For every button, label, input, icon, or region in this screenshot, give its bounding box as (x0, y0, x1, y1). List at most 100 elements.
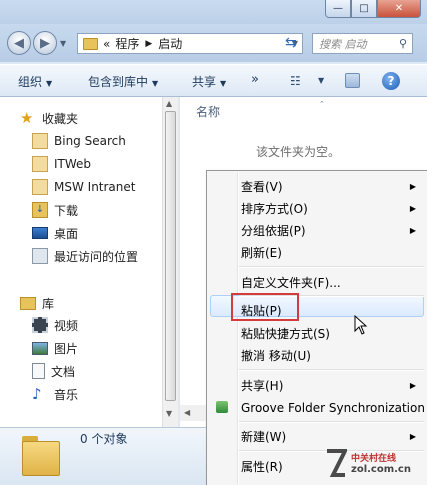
scroll-left-icon[interactable]: ◀ (184, 408, 190, 417)
menu-item-group-by[interactable]: 分组依据(P) ▶ (241, 220, 426, 241)
menu-label: Groove Folder Synchronization (241, 400, 425, 415)
shortcut-icon (32, 133, 48, 149)
recent-places-icon (32, 248, 48, 264)
breadcrumb-item[interactable]: 启动 (158, 35, 182, 52)
minimize-button[interactable]: — (325, 0, 351, 18)
nav-label: MSW Intranet (54, 180, 136, 194)
recent-pages-chevron-icon[interactable]: ▼ (60, 39, 66, 48)
large-folder-icon (22, 432, 62, 476)
folder-icon (83, 37, 98, 50)
breadcrumb-prefix[interactable]: « (103, 37, 110, 51)
menu-item-refresh[interactable]: 刷新(E) (241, 242, 426, 263)
menu-item-customize-folder[interactable]: 自定义文件夹(F)... (241, 272, 426, 293)
search-placeholder: 搜索 启动 (319, 37, 367, 51)
share-menu[interactable]: 共享 ▼ (192, 73, 226, 90)
caret-down-icon: ▼ (220, 79, 227, 88)
document-icon (32, 363, 45, 379)
menu-item-sort-by[interactable]: 排序方式(O) ▶ (241, 198, 426, 219)
mouse-cursor-icon (354, 315, 368, 335)
breadcrumb-separator-icon[interactable]: ▶ (145, 39, 152, 49)
scroll-up-icon[interactable]: ▲ (166, 99, 172, 108)
menu-label: 属性(R) (241, 460, 283, 474)
menu-label: 分组依据(P) (241, 224, 306, 238)
shortcut-icon (32, 179, 48, 195)
back-arrow-icon: ◀ (14, 35, 24, 51)
menu-item-paste-shortcut[interactable]: 粘贴快捷方式(S) (241, 323, 426, 344)
groove-icon (216, 401, 228, 413)
menu-label: 撤消 移动(U) (241, 349, 311, 363)
submenu-arrow-icon: ▶ (409, 381, 416, 390)
shortcut-icon (32, 156, 48, 172)
context-menu: 查看(V) ▶ 排序方式(O) ▶ 分组依据(P) ▶ 刷新(E) 自定义文件夹(F)… (206, 170, 427, 485)
column-header-name[interactable]: 名称 (196, 103, 220, 120)
picture-icon (32, 341, 48, 355)
menu-item-undo-move[interactable]: 撤消 移动(U) (241, 345, 426, 366)
help-icon[interactable]: ? (382, 72, 400, 90)
menu-separator (239, 421, 424, 423)
nav-label: 文档 (51, 364, 76, 379)
sort-caret-icon: ⌃ (319, 100, 325, 108)
menu-separator (239, 266, 424, 268)
back-button[interactable]: ◀ (7, 31, 31, 55)
nav-label: 最近访问的位置 (54, 249, 139, 264)
item-count: 0 个对象 (80, 432, 128, 446)
nav-label: 库 (42, 296, 55, 311)
menu-item-share[interactable]: 共享(H) ▶ (241, 375, 426, 396)
scroll-thumb[interactable] (165, 111, 176, 401)
nav-label: 视频 (54, 318, 79, 333)
zol-logo-icon (327, 449, 347, 477)
annotation-highlight-box (231, 293, 299, 321)
organize-label: 组织 (18, 75, 43, 89)
menu-label: 排序方式(O) (241, 202, 308, 216)
submenu-arrow-icon: ▶ (409, 226, 416, 235)
refresh-icon[interactable]: ⇆ (285, 35, 297, 51)
address-bar[interactable]: « 程序 ▶ 启动 ▼ (77, 33, 303, 54)
nav-label: 图片 (54, 341, 79, 356)
watermark: 中关村在线 zol.com.cn (325, 447, 425, 483)
nav-libraries-header[interactable]: 库 (20, 292, 182, 314)
empty-folder-message: 该文件夹为空。 (256, 145, 341, 159)
submenu-arrow-icon: ▶ (409, 182, 416, 191)
menu-label: 新建(W) (241, 430, 287, 444)
menu-label: 查看(V) (241, 180, 283, 194)
more-commands-button[interactable]: » (251, 72, 259, 87)
include-label: 包含到库中 (88, 75, 149, 89)
menu-item-view[interactable]: 查看(V) ▶ (241, 176, 426, 197)
include-in-library-menu[interactable]: 包含到库中 ▼ (88, 73, 158, 90)
caret-down-icon: ▼ (46, 79, 53, 88)
submenu-arrow-icon: ▶ (409, 432, 416, 441)
music-note-icon: ♪ (32, 385, 42, 403)
maximize-button[interactable]: □ (351, 0, 377, 18)
search-icon[interactable]: ⚲ (399, 37, 407, 50)
organize-menu[interactable]: 组织 ▼ (18, 73, 52, 90)
caret-down-icon: ▼ (152, 79, 159, 88)
nav-label: 音乐 (54, 387, 79, 402)
change-view-icon[interactable]: ☷ (290, 74, 301, 88)
nav-label: Bing Search (54, 134, 126, 148)
submenu-arrow-icon: ▶ (409, 204, 416, 213)
nav-label: 桌面 (54, 226, 79, 241)
menu-label: 自定义文件夹(F)... (241, 276, 341, 290)
breadcrumb-item[interactable]: 程序 (115, 35, 139, 52)
forward-button[interactable]: ▶ (33, 31, 57, 55)
desktop-icon (32, 227, 48, 239)
menu-label: 粘贴快捷方式(S) (241, 327, 330, 341)
nav-label: 下载 (54, 203, 79, 218)
watermark-title: 中关村在线 (351, 454, 397, 464)
menu-separator (239, 369, 424, 371)
navigation-scrollbar[interactable]: ▲ ▼ (162, 97, 178, 427)
window-controls: — □ ✕ (325, 0, 421, 19)
menu-item-groove-sync[interactable]: Groove Folder Synchronization (241, 397, 426, 418)
scroll-down-icon[interactable]: ▼ (166, 409, 172, 418)
nav-label: 收藏夹 (42, 111, 79, 126)
view-dropdown-icon[interactable]: ▼ (318, 76, 324, 85)
menu-item-new[interactable]: 新建(W) ▶ (241, 426, 426, 447)
nav-favorites-header[interactable]: ★ 收藏夹 (20, 107, 182, 129)
search-input[interactable]: 搜索 启动 ⚲ (312, 33, 413, 54)
menu-label: 刷新(E) (241, 246, 282, 260)
close-button[interactable]: ✕ (377, 0, 421, 18)
preview-pane-icon[interactable] (345, 73, 360, 88)
forward-arrow-icon: ▶ (40, 35, 50, 51)
menu-gutter (237, 173, 239, 484)
video-icon (32, 317, 48, 333)
